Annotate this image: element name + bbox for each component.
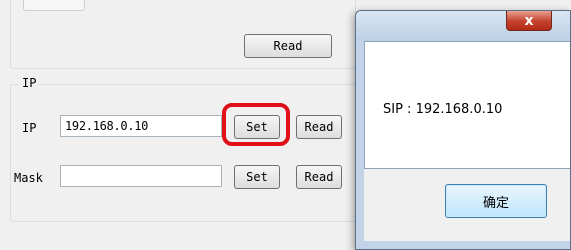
ip-input[interactable]: 192.168.0.10 [60, 115, 222, 137]
ip-groupbox: IP IP 192.168.0.10 Set Read Mask Set Rea… [10, 76, 356, 222]
mask-read-button[interactable]: Read [296, 165, 342, 189]
dialog-titlebar: x [356, 11, 570, 41]
dialog-content: SIP : 192.168.0.10 [364, 41, 570, 169]
mask-label: Mask [14, 171, 43, 185]
message-dialog: x SIP : 192.168.0.10 确定 [355, 10, 571, 250]
app-window: { "top_group": { "read_label": "Read" },… [0, 0, 571, 250]
close-icon: x [524, 12, 534, 29]
dialog-footer: 确定 [364, 169, 570, 241]
ip-label: IP [22, 121, 37, 135]
top-read-button[interactable]: Read [244, 34, 332, 58]
top-inner-box [23, 0, 85, 11]
set-button-highlight [222, 103, 290, 146]
ip-read-button[interactable]: Read [296, 115, 342, 139]
mask-set-button[interactable]: Set [234, 165, 280, 189]
ok-button[interactable]: 确定 [445, 184, 547, 218]
close-button[interactable]: x [506, 11, 552, 31]
mask-input[interactable] [60, 165, 222, 187]
top-groupbox: Read [10, 0, 356, 69]
ip-group-title: IP [19, 76, 40, 90]
dialog-message: SIP : 192.168.0.10 [383, 102, 503, 117]
